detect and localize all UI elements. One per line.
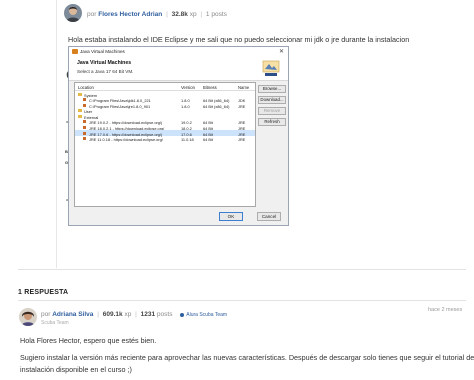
thread-line: [56, 0, 57, 268]
browse-button[interactable]: Browse...: [258, 85, 286, 93]
author-name-link[interactable]: Flores Hector Adrian: [98, 11, 162, 18]
col-name[interactable]: Name: [238, 85, 249, 90]
answer-date: hace 2 meses: [428, 307, 463, 313]
folder-icon: [78, 109, 82, 113]
author-prefix: por: [87, 11, 97, 18]
badge-icon: [180, 312, 185, 317]
author-posts: 1: [205, 11, 210, 18]
cancel-button[interactable]: Cancel: [257, 212, 281, 221]
jre-icon: [83, 137, 86, 141]
jre-icon: [83, 126, 86, 130]
jre-icon: [83, 131, 86, 135]
cell-name: JRE: [238, 137, 246, 143]
jvm-table[interactable]: Location Version Bitness Name System C:\P…: [74, 82, 256, 207]
folder-icon: [78, 114, 82, 118]
remove-button[interactable]: Remove: [258, 107, 286, 115]
author-badge[interactable]: Alura Scuba Team: [186, 312, 227, 318]
col-bitness[interactable]: Bitness: [203, 85, 217, 90]
dialog-subheading: Select a Java 17 64 Bit VM.: [77, 69, 134, 74]
folder-icon: [78, 92, 82, 96]
author-points-unit: xp: [124, 311, 132, 318]
cell-version: 11.0.18: [181, 137, 194, 143]
question-text: Hola estaba instalando el IDE Eclipse y …: [68, 35, 410, 44]
avatar[interactable]: [19, 308, 37, 326]
author-posts-unit: posts: [156, 311, 173, 318]
table-header: Location Version Bitness Name: [75, 83, 255, 91]
close-icon[interactable]: ✕: [279, 48, 284, 55]
java-icon: [72, 49, 78, 54]
table-row[interactable]: JRE 11.0.18 - https://download.eclipse.o…: [75, 136, 255, 142]
author-posts: 1231: [140, 311, 156, 318]
col-version[interactable]: Version: [181, 85, 195, 90]
author-points-unit: xp: [189, 11, 197, 18]
author-name-link[interactable]: Adriana Silva: [52, 311, 93, 318]
author-points: 32.8k: [171, 11, 188, 18]
dialog-header: Java Virtual Machines Select a Java 17 6…: [69, 57, 288, 81]
author-prefix: por: [41, 311, 51, 318]
cell-location: JRE 11.0.18 - https://download.eclipse.o…: [89, 137, 163, 143]
divider: [18, 300, 466, 301]
answer-line: instalación disponible en el curso ;): [20, 365, 132, 374]
dialog-title: Java Virtual Machines: [80, 49, 125, 54]
avatar[interactable]: [64, 4, 82, 22]
author-posts-unit: posts: [211, 11, 227, 18]
table-body: System C:\Program Files\Java\jdk1.8.0_221…: [75, 91, 255, 142]
dialog-titlebar: Java Virtual Machines ✕: [69, 47, 288, 57]
installer-logo-icon: [262, 60, 280, 76]
author-points: 609.1k: [102, 311, 123, 318]
jre-icon: [83, 120, 86, 124]
dialog-heading: Java Virtual Machines: [77, 60, 132, 66]
ok-button[interactable]: OK: [219, 212, 243, 221]
col-location[interactable]: Location: [78, 85, 94, 90]
download-button[interactable]: Download...: [258, 96, 286, 104]
refresh-button[interactable]: Refresh: [258, 118, 286, 126]
question-author-meta: por Flores Hector Adrian | 32.8k xp | 1 …: [87, 11, 227, 18]
answer-author-meta: por Adriana Silva | 609.1k xp | 1231 pos…: [41, 311, 228, 318]
cell-bitness: 64 Bit: [203, 137, 213, 143]
answer-line: Sugiero instalar la versión más reciente…: [20, 353, 474, 362]
divider: [18, 269, 466, 270]
jre-icon: [83, 98, 86, 102]
answer-line: Hola Flores Hector, espero que estés bie…: [20, 336, 157, 345]
responses-title: 1 RESPUESTA: [18, 289, 69, 296]
author-role: Scuba Team: [41, 320, 69, 326]
jre-icon: [83, 103, 86, 107]
